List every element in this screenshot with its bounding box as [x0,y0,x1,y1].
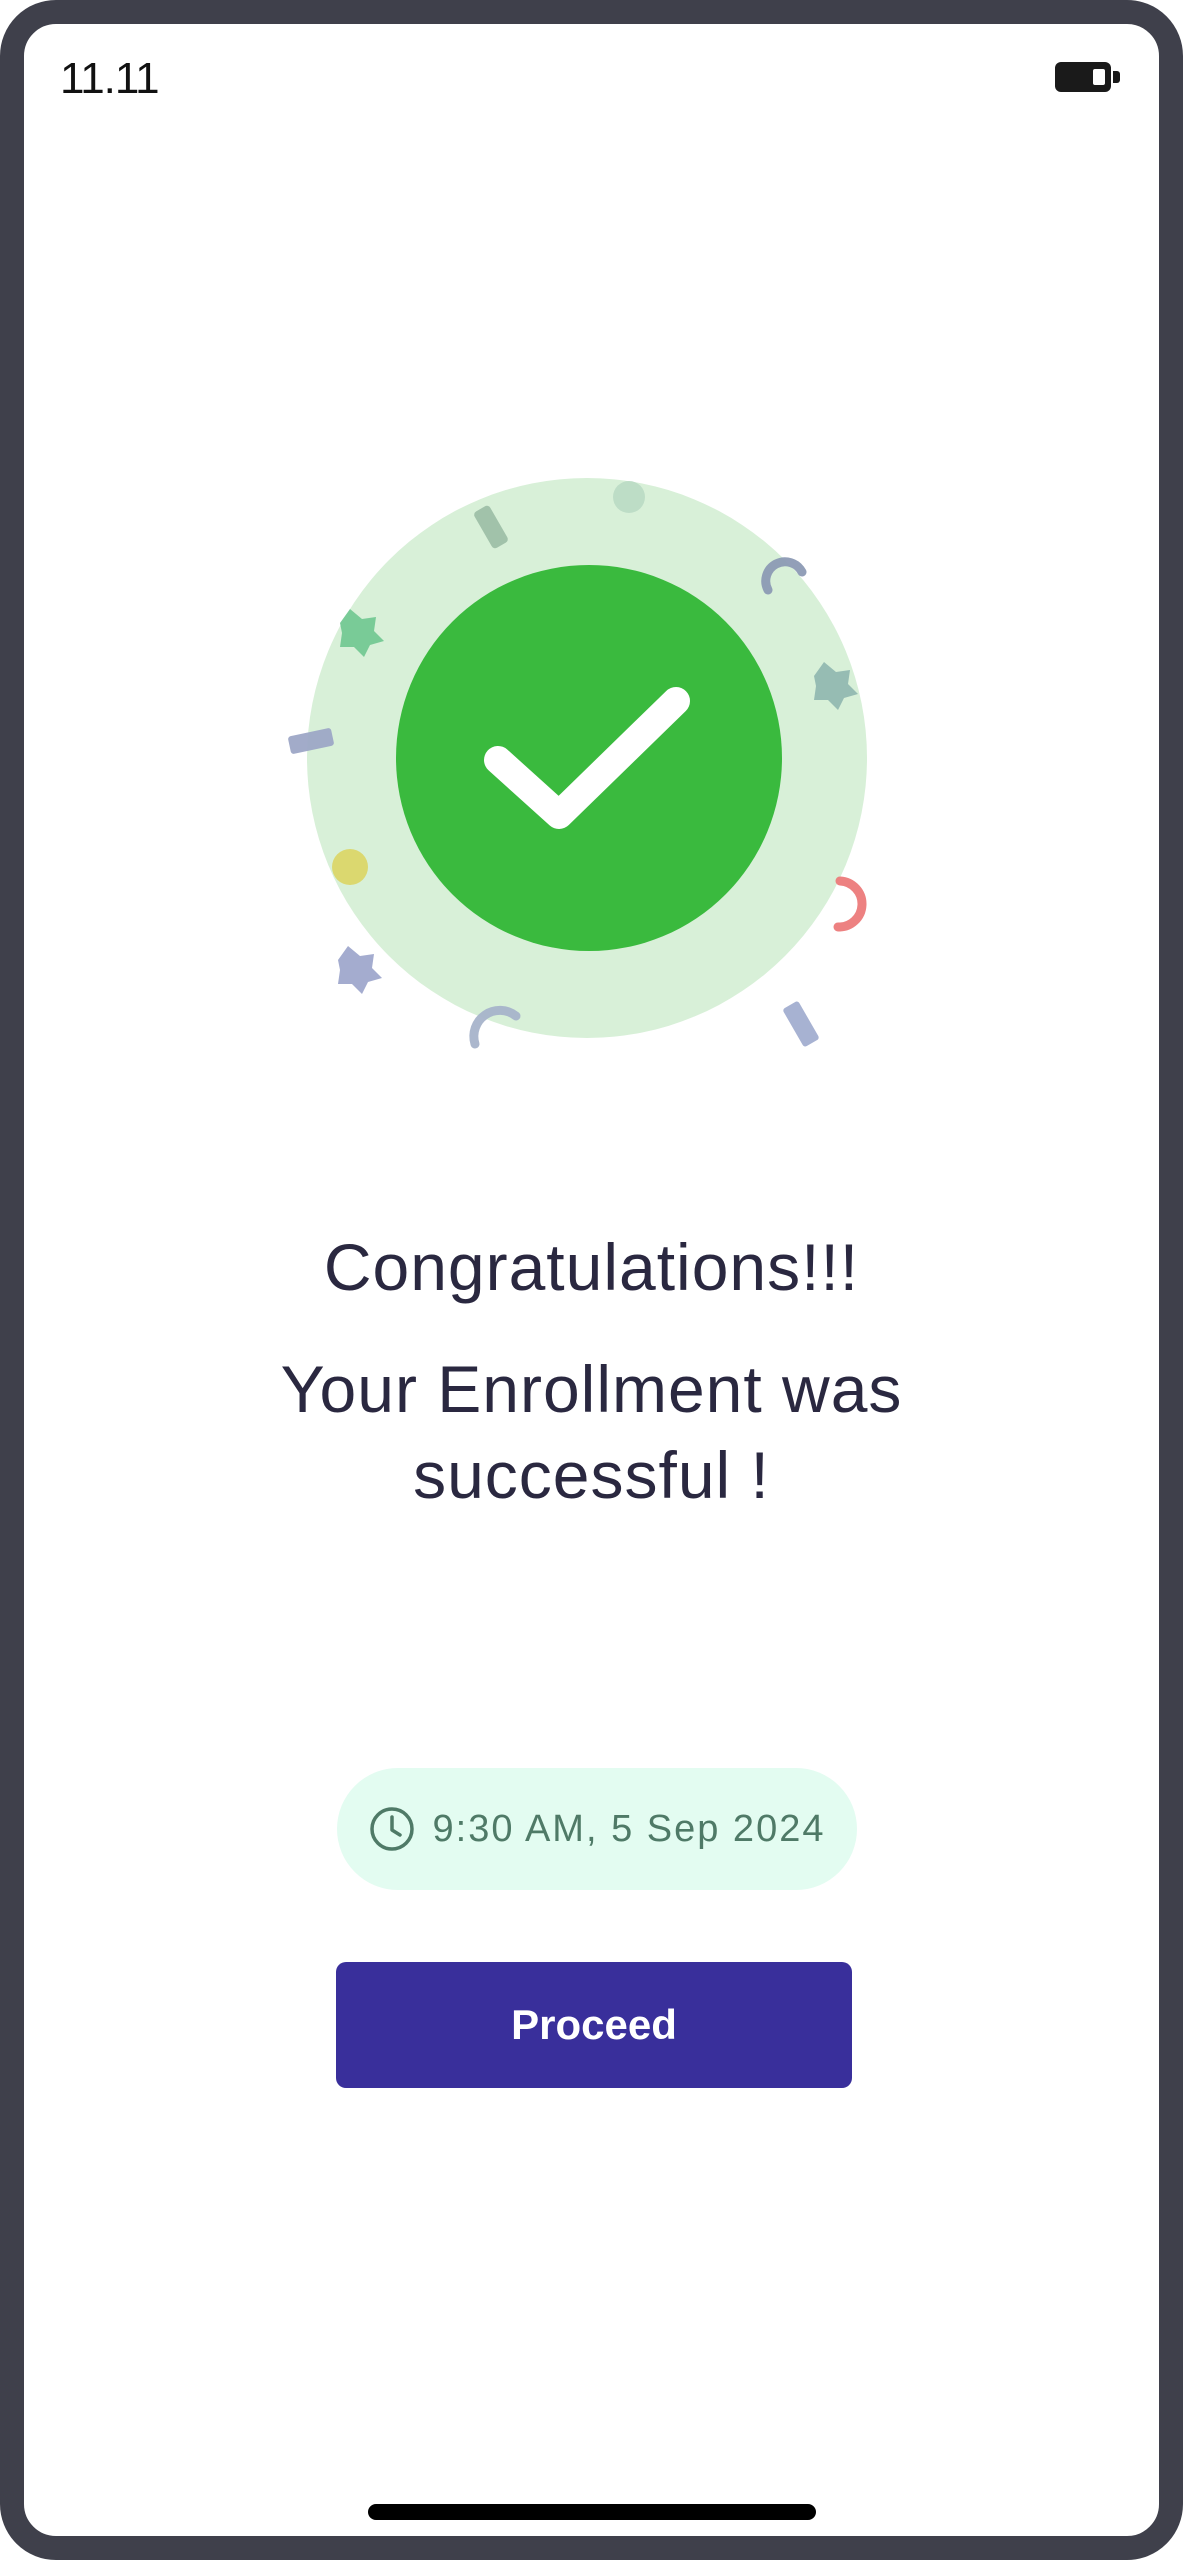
clock-icon [369,1807,414,1851]
inner-circle [396,565,782,951]
proceed-button[interactable]: Proceed [336,1962,852,2088]
timestamp-badge: 9:30 AM, 5 Sep 2024 [337,1768,857,1890]
home-indicator[interactable] [368,2504,816,2520]
congratulations-heading: Congratulations!!! [323,1230,860,1304]
phone-frame: 11.11 Congratulations!!! Your Enrollment… [0,0,1183,2560]
timestamp-text: 9:30 AM, 5 Sep 2024 [432,1807,826,1850]
enrollment-success-message: Your Enrollment was successful ! [280,1352,903,1512]
success-illustration [288,478,867,1049]
